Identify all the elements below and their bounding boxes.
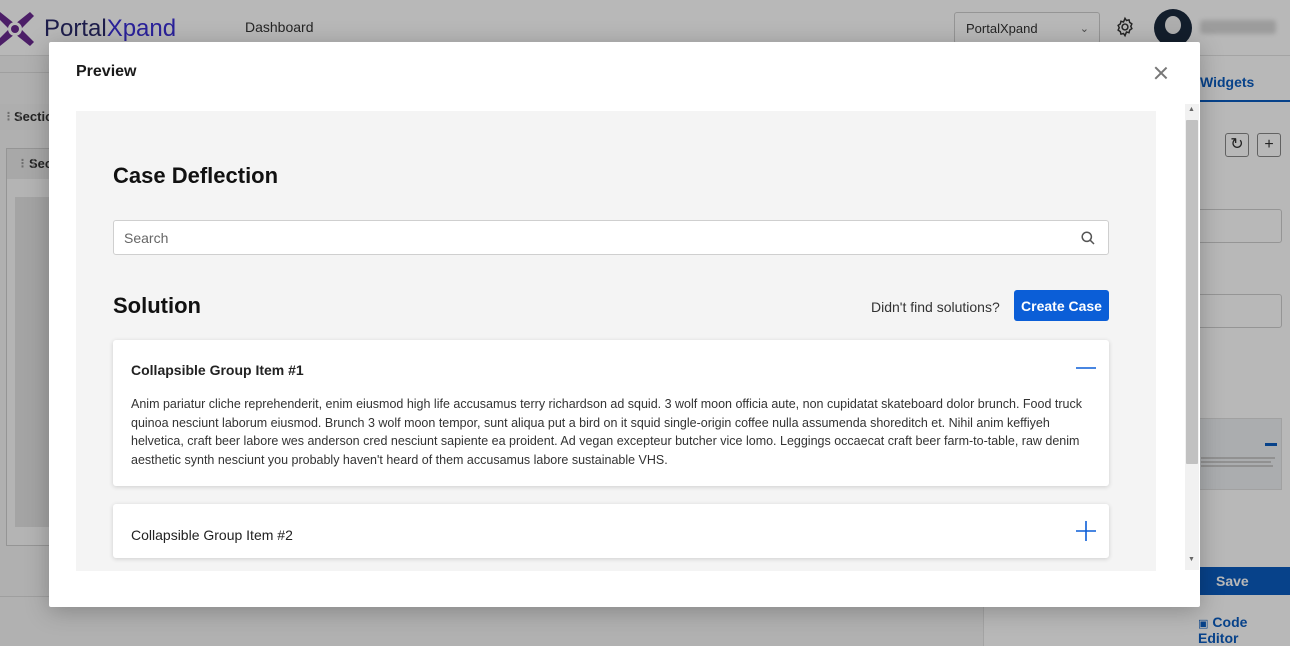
accordion-body: Anim pariatur cliche reprehenderit, enim… xyxy=(131,397,1082,467)
close-icon[interactable] xyxy=(1152,64,1170,82)
scroll-down-icon[interactable]: ▼ xyxy=(1188,556,1195,563)
preview-content: Case Deflection Solution Didn't find sol… xyxy=(76,111,1156,571)
case-deflection-heading: Case Deflection xyxy=(113,163,279,188)
plus-icon[interactable] xyxy=(1075,520,1097,542)
solution-heading: Solution xyxy=(113,293,201,318)
preview-modal: Preview Case Deflection Solution Didn't … xyxy=(49,42,1200,607)
scrollbar-thumb[interactable] xyxy=(1186,120,1198,464)
create-case-button[interactable]: Create Case xyxy=(1014,290,1109,321)
accordion-item: Collapsible Group Item #2 xyxy=(113,504,1109,558)
scroll-up-icon[interactable]: ▲ xyxy=(1188,106,1195,113)
accordion-item: Collapsible Group Item #1 Anim pariatur … xyxy=(113,340,1109,486)
scrollbar[interactable]: ▲ ▼ xyxy=(1185,104,1199,570)
accordion-header[interactable]: Collapsible Group Item #1 xyxy=(131,362,304,378)
search-input[interactable] xyxy=(114,221,1064,254)
no-solution-prompt: Didn't find solutions? xyxy=(871,299,1000,315)
minus-icon[interactable] xyxy=(1075,357,1097,379)
search-field[interactable] xyxy=(113,220,1109,255)
search-icon[interactable] xyxy=(1080,230,1096,246)
accordion-header[interactable]: Collapsible Group Item #2 xyxy=(131,527,293,543)
modal-title: Preview xyxy=(76,63,137,80)
